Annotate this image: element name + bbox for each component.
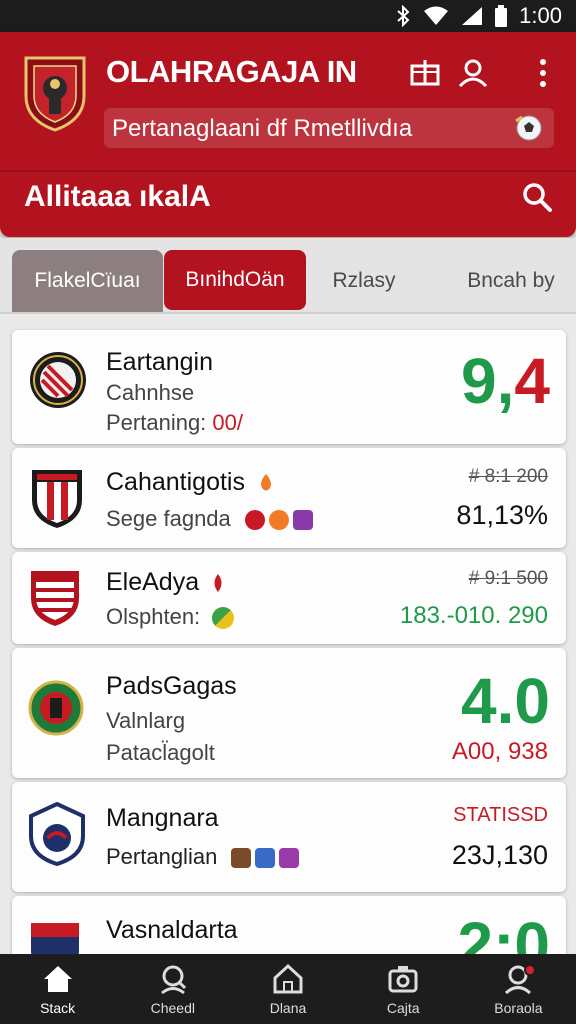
nav-item-cheedl[interactable]: Cheedl <box>115 954 230 1024</box>
team-shield-icon <box>31 923 79 954</box>
team-shield-icon <box>31 571 79 626</box>
tab-bar: FlakelCïuaı BınihdOän Rzlasy Bncah by <box>0 238 576 314</box>
item-score: 4.0 <box>461 665 550 737</box>
item-old-value: # 9:1 500 <box>468 568 548 589</box>
search-person-icon <box>160 965 186 995</box>
item-score: 2:0 <box>457 909 551 954</box>
more-menu-icon[interactable] <box>526 56 560 90</box>
team-logo-icon <box>28 680 84 736</box>
item-sub-value: A00, 938 <box>451 738 548 765</box>
item-name: Cahantigotis <box>106 468 276 497</box>
ball-badge-icon <box>212 607 235 630</box>
tab-2[interactable]: BınihdOän <box>164 250 306 310</box>
badge-icon <box>244 510 265 531</box>
item-status: STATISSD <box>453 804 548 826</box>
nav-item-boraola[interactable]: Boraola <box>461 954 576 1024</box>
item-value: 81,13% <box>456 500 548 530</box>
battery-icon <box>495 5 508 27</box>
club-crest-icon <box>24 56 86 132</box>
tab-4[interactable]: Bncah by <box>456 250 566 312</box>
item-subtitle: Pertanglian <box>106 844 300 870</box>
list-item[interactable]: Cahantigotis Sege fagnda # 8:1 200 81,13… <box>12 448 566 548</box>
item-name: Mangnara <box>106 804 219 832</box>
item-name: EleAdya <box>106 568 226 597</box>
badge-icon <box>292 510 313 531</box>
list-item[interactable]: Eartangin Cahnhse Pertaning: 00/ 9,4 <box>12 330 566 444</box>
item-score: 9,4 <box>461 345 550 417</box>
flame-icon <box>261 474 271 491</box>
item-subtitle: Cahnhse <box>106 380 195 405</box>
app-title: OLAHRAGAJA IN <box>106 54 357 89</box>
nav-item-cajta[interactable]: Cajta <box>346 954 461 1024</box>
subtitle-text: Pertanaglaani df Rmetllivdıa <box>112 115 413 142</box>
item-list: Eartangin Cahnhse Pertaning: 00/ 9,4 Cah… <box>0 314 576 954</box>
team-shield-icon <box>32 470 82 528</box>
item-old-value: # 8:1 200 <box>468 466 548 487</box>
item-value: 23J,130 <box>451 840 548 870</box>
notification-badge <box>524 964 537 976</box>
search-icon[interactable] <box>520 180 554 214</box>
list-item[interactable]: Mangnara Pertanglian STATISSD 23J,130 <box>12 782 566 892</box>
subtitle-bar[interactable]: Pertanaglaani df Rmetllivdıa <box>104 108 554 148</box>
item-name: Vasnaldarta <box>106 916 238 944</box>
item-value: 183.-010. 290 <box>399 602 548 629</box>
badge-icon <box>279 848 300 869</box>
bottom-navigation: Stack Cheedl Dlana Cajta Boraola <box>0 954 576 1024</box>
signal-icon <box>461 6 483 26</box>
house-outline-icon <box>273 963 303 994</box>
list-item[interactable]: PadsGagas Valnlarg Patacl̈agolt 4.0 A00,… <box>12 648 566 778</box>
item-detail-value: 00/ <box>212 410 244 435</box>
item-subtitle: Sege fagnda <box>106 506 313 532</box>
item-subtitle: Olsphten: <box>106 604 235 630</box>
camera-icon <box>388 966 418 993</box>
item-name: Eartangin <box>106 348 214 376</box>
profile-icon[interactable] <box>456 56 490 90</box>
tab-1[interactable]: FlakelCïuaı <box>12 250 163 312</box>
app-header: OLAHRAGAJA IN Pertanaglaani df Rmetllivd… <box>0 32 576 237</box>
football-icon <box>515 115 542 141</box>
section-title: Allitaaa ıkalA <box>24 180 211 213</box>
bluetooth-icon <box>395 5 411 27</box>
badge-icon <box>255 848 276 869</box>
item-subtitle: Valnlarg <box>106 708 186 733</box>
status-bar: 1:00 <box>0 0 576 32</box>
team-logo-icon <box>30 352 86 408</box>
item-name: PadsGagas <box>106 672 237 700</box>
badge-icon <box>231 848 252 869</box>
calendar-icon[interactable] <box>408 56 442 90</box>
status-time: 1:00 <box>519 3 562 28</box>
tab-3[interactable]: Rzlasy <box>314 250 414 312</box>
flag-icon <box>214 574 222 593</box>
badge-icon <box>268 510 289 531</box>
nav-item-dlana[interactable]: Dlana <box>230 954 345 1024</box>
item-detail: Patacl̈agolt <box>106 740 215 765</box>
item-detail-label: Pertaning: <box>106 410 207 435</box>
list-item[interactable]: Vasnaldarta 2:0 <box>12 896 566 954</box>
home-icon <box>43 966 72 992</box>
team-shield-icon <box>29 802 85 866</box>
wifi-icon <box>423 6 449 26</box>
header-divider <box>0 170 576 172</box>
list-item[interactable]: EleAdya Olsphten: # 9:1 500 183.-010. 29… <box>12 552 566 644</box>
nav-item-stack[interactable]: Stack <box>0 954 115 1024</box>
